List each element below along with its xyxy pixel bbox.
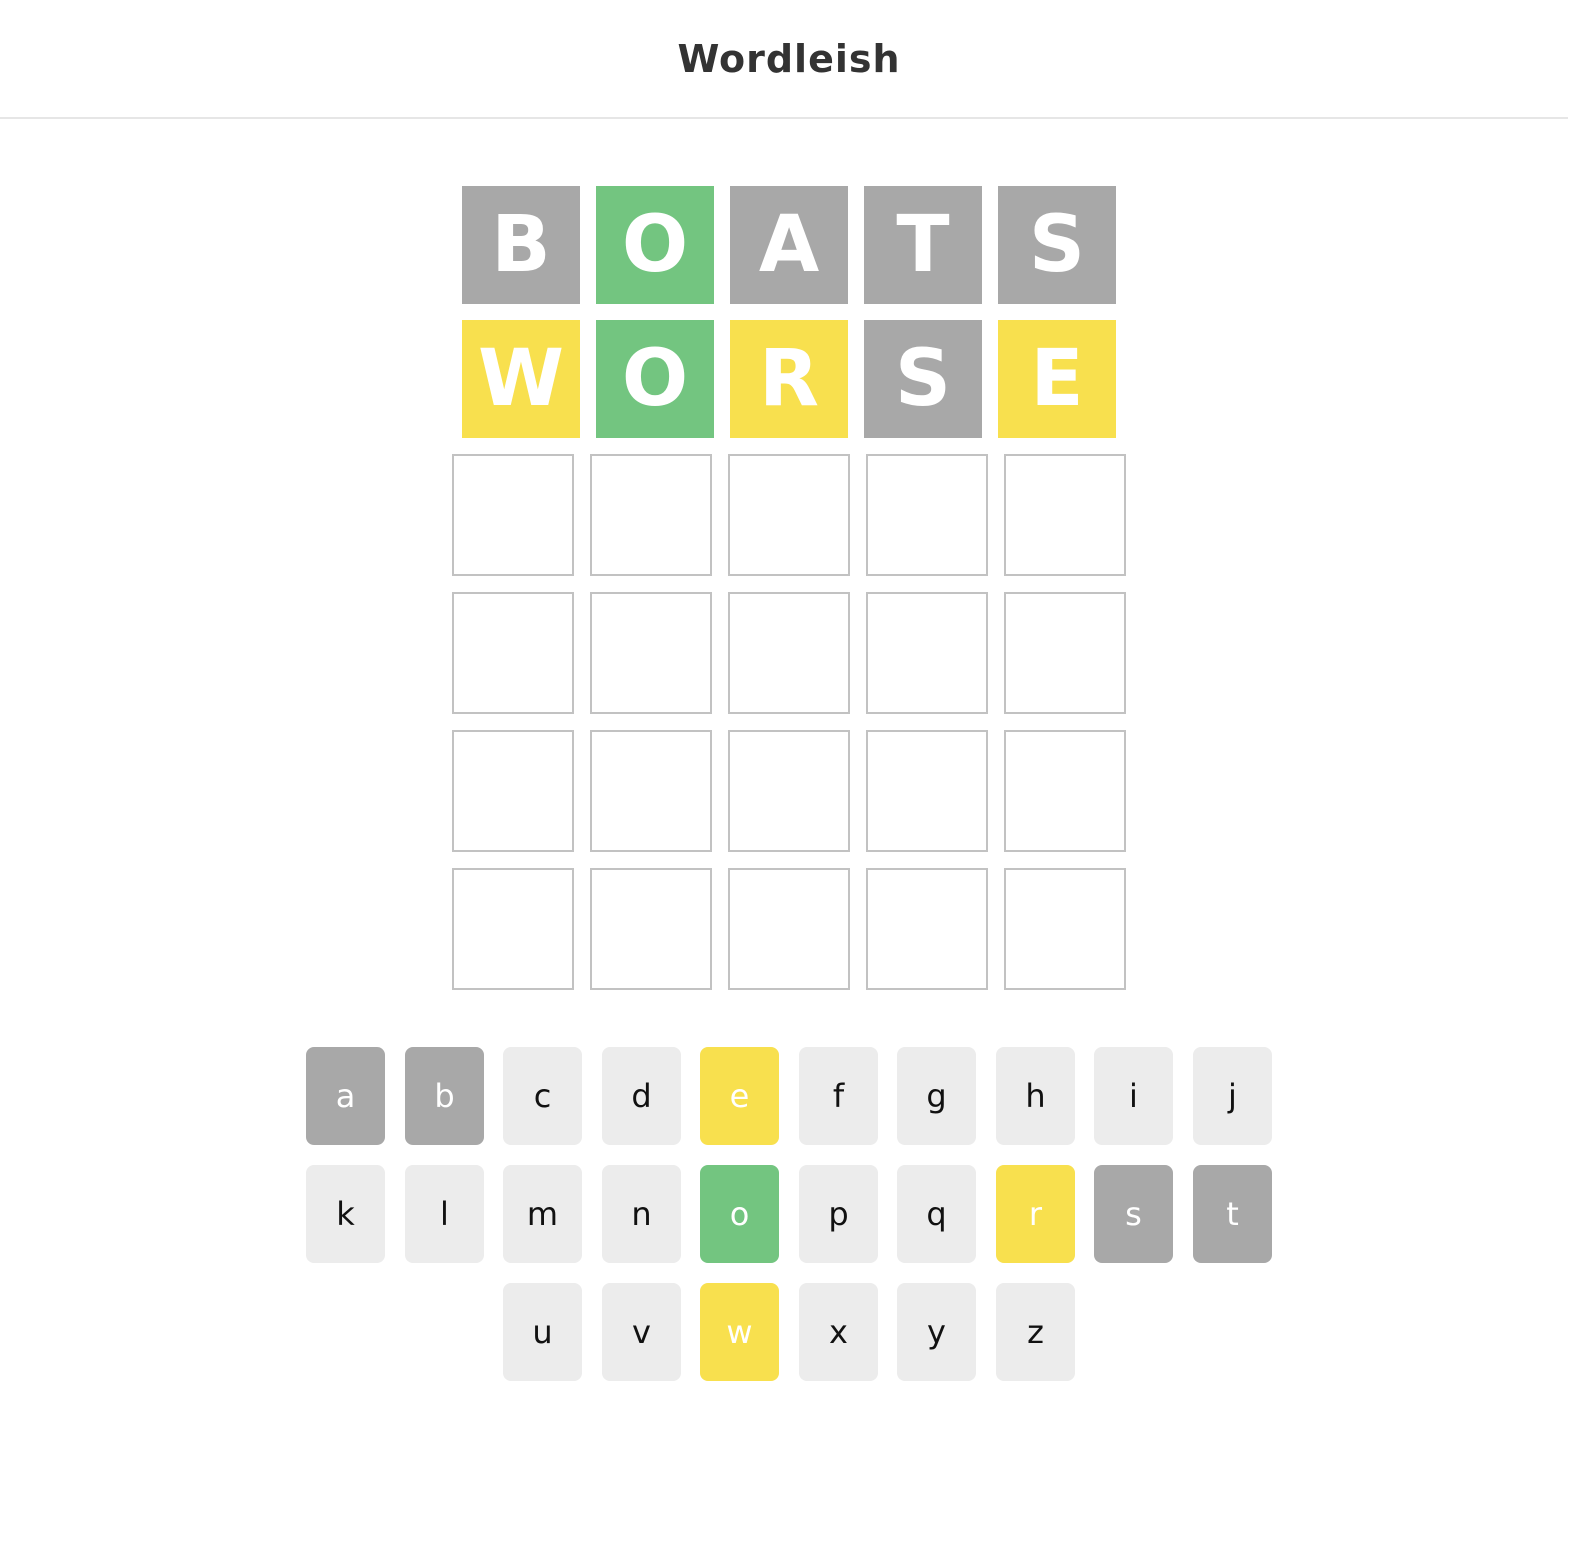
- board-tile-empty: [866, 454, 988, 576]
- board-tile-empty: [590, 730, 712, 852]
- board-tile-empty: [452, 730, 574, 852]
- board-tile-empty: [1004, 868, 1126, 990]
- key-v[interactable]: v: [602, 1283, 681, 1381]
- key-w[interactable]: w: [700, 1283, 779, 1381]
- key-d[interactable]: d: [602, 1047, 681, 1145]
- board-tile-empty: [1004, 730, 1126, 852]
- board-tile-correct: O: [596, 186, 714, 304]
- key-e[interactable]: e: [700, 1047, 779, 1145]
- board-tile-present: W: [462, 320, 580, 438]
- board-tile-absent: S: [998, 186, 1116, 304]
- board-tile-empty: [590, 868, 712, 990]
- key-r[interactable]: r: [996, 1165, 1075, 1263]
- key-u[interactable]: u: [503, 1283, 582, 1381]
- board-tile-empty: [590, 454, 712, 576]
- key-f[interactable]: f: [799, 1047, 878, 1145]
- board-tile-absent: T: [864, 186, 982, 304]
- key-k[interactable]: k: [306, 1165, 385, 1263]
- key-g[interactable]: g: [897, 1047, 976, 1145]
- game-board: BOATSWORSE: [0, 0, 1568, 1000]
- key-m[interactable]: m: [503, 1165, 582, 1263]
- board-tile-absent: B: [462, 186, 580, 304]
- key-y[interactable]: y: [897, 1283, 976, 1381]
- key-c[interactable]: c: [503, 1047, 582, 1145]
- board-tile-empty: [1004, 592, 1126, 714]
- key-t[interactable]: t: [1193, 1165, 1272, 1263]
- board-tile-empty: [866, 730, 988, 852]
- board-tile-empty: [866, 592, 988, 714]
- key-x[interactable]: x: [799, 1283, 878, 1381]
- key-l[interactable]: l: [405, 1165, 484, 1263]
- key-h[interactable]: h: [996, 1047, 1075, 1145]
- board-tile-empty: [866, 868, 988, 990]
- key-o[interactable]: o: [700, 1165, 779, 1263]
- board-tile-absent: A: [730, 186, 848, 304]
- board-tile-empty: [728, 592, 850, 714]
- board-tile-present: E: [998, 320, 1116, 438]
- key-n[interactable]: n: [602, 1165, 681, 1263]
- board-tile-empty: [728, 454, 850, 576]
- key-i[interactable]: i: [1094, 1047, 1173, 1145]
- board-tile-empty: [1004, 454, 1126, 576]
- key-q[interactable]: q: [897, 1165, 976, 1263]
- board-tile-empty: [452, 868, 574, 990]
- board-tile-empty: [452, 454, 574, 576]
- board-tile-empty: [728, 730, 850, 852]
- board-tile-empty: [590, 592, 712, 714]
- board-tile-empty: [452, 592, 574, 714]
- board-tile-absent: S: [864, 320, 982, 438]
- key-a[interactable]: a: [306, 1047, 385, 1145]
- board-tile-correct: O: [596, 320, 714, 438]
- key-b[interactable]: b: [405, 1047, 484, 1145]
- key-z[interactable]: z: [996, 1283, 1075, 1381]
- board-tile-empty: [728, 868, 850, 990]
- key-p[interactable]: p: [799, 1165, 878, 1263]
- key-j[interactable]: j: [1193, 1047, 1272, 1145]
- board-tile-present: R: [730, 320, 848, 438]
- key-s[interactable]: s: [1094, 1165, 1173, 1263]
